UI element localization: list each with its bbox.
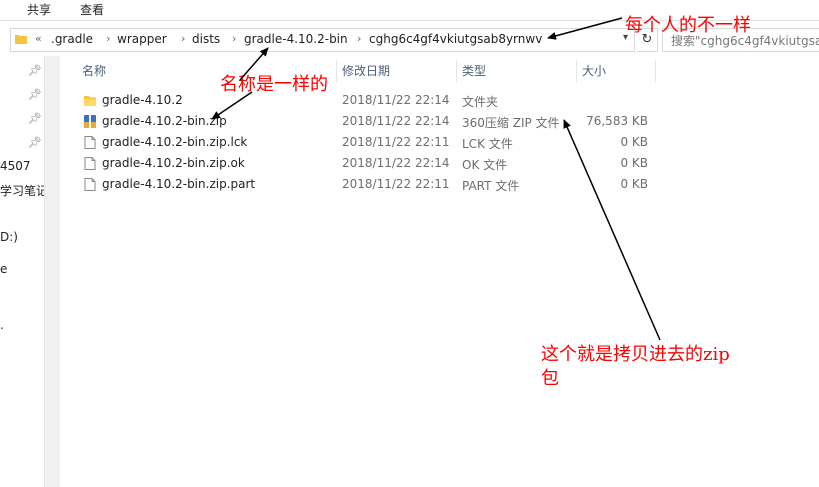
file-type: PART 文件 (462, 179, 520, 193)
file-name: gradle-4.10.2-bin.zip (102, 114, 227, 128)
nav-item[interactable]: 学习笔记 (0, 182, 44, 199)
pin-icon[interactable]: 📌︎ (28, 112, 42, 125)
file-size: 0 KB (620, 177, 648, 191)
file-modified: 2018/11/22 22:11 (342, 135, 450, 149)
column-divider[interactable] (336, 60, 337, 82)
annotation-arrows (211, 17, 661, 341)
column-divider[interactable] (576, 60, 577, 82)
file-name: gradle-4.10.2-bin.zip.part (102, 177, 256, 191)
breadcrumb-separator[interactable]: › (106, 32, 110, 45)
file-icon (84, 178, 96, 191)
pin-icon[interactable]: 📌︎ (28, 88, 42, 101)
pin-icon[interactable]: 📌︎ (28, 64, 42, 77)
file-type: 文件夹 (462, 95, 499, 109)
file-type: OK 文件 (462, 158, 508, 172)
pin-icon[interactable]: 📌︎ (28, 136, 42, 149)
address-overflow-chevron[interactable]: « (35, 32, 42, 45)
breadcrumb-separator[interactable]: › (232, 32, 236, 45)
file-modified: 2018/11/22 22:14 (342, 156, 450, 170)
column-header-name[interactable]: 名称 (82, 60, 106, 82)
breadcrumb-current-folder[interactable]: cghg6c4gf4vkiutgsab8yrnwv (369, 32, 542, 46)
nav-item[interactable]: D:) (0, 230, 44, 244)
file-row[interactable]: gradle-4.10.2-bin.zip.lck 2018/11/22 22:… (78, 132, 658, 153)
file-size: 0 KB (620, 135, 648, 149)
file-row[interactable]: gradle-4.10.2-bin.zip 2018/11/22 22:14 3… (78, 111, 658, 132)
file-type: 360压缩 ZIP 文件 (462, 116, 560, 130)
file-icon (84, 157, 96, 170)
column-divider[interactable] (655, 60, 656, 82)
navigation-scrollbar[interactable] (44, 56, 60, 487)
breadcrumb-separator[interactable]: › (357, 32, 361, 45)
breadcrumb-dists[interactable]: dists (192, 32, 220, 46)
ribbon-tab-view[interactable]: 查看 (80, 1, 104, 18)
nav-item[interactable]: e (0, 262, 44, 276)
column-header-type[interactable]: 类型 (462, 60, 486, 82)
breadcrumb-wrapper[interactable]: wrapper (117, 32, 167, 46)
breadcrumb-separator[interactable]: › (181, 32, 185, 45)
column-divider[interactable] (456, 60, 457, 82)
file-name: gradle-4.10.2-bin.zip.ok (102, 156, 245, 170)
file-size: 0 KB (620, 156, 648, 170)
folder-icon (84, 96, 96, 106)
zip-archive-icon (84, 115, 96, 128)
file-name: gradle-4.10.2 (102, 93, 183, 107)
column-header-modified[interactable]: 修改日期 (342, 60, 390, 82)
file-modified: 2018/11/22 22:11 (342, 177, 450, 191)
file-name: gradle-4.10.2-bin.zip.lck (102, 135, 248, 149)
column-header-size[interactable]: 大小 (582, 60, 606, 82)
annotation-folder-note: 每个人的不一样 (625, 15, 751, 36)
folder-icon (15, 35, 27, 44)
file-row[interactable]: gradle-4.10.2 2018/11/22 22:14 文件夹 (78, 90, 658, 111)
annotation-zip-note-line2: 包 (541, 368, 559, 389)
annotation-zip-note-line1: 这个就是拷贝进去的zip (541, 344, 730, 365)
file-modified: 2018/11/22 22:14 (342, 114, 450, 128)
file-modified: 2018/11/22 22:14 (342, 93, 450, 107)
file-icon (84, 136, 96, 149)
address-bar[interactable]: « .gradle › wrapper › dists › gradle-4.1… (10, 28, 635, 52)
nav-item[interactable]: . (0, 318, 44, 332)
ribbon-tab-share[interactable]: 共享 (27, 1, 51, 18)
breadcrumb-gradle[interactable]: .gradle (51, 32, 93, 46)
file-row[interactable]: gradle-4.10.2-bin.zip.part 2018/11/22 22… (78, 174, 658, 195)
nav-item[interactable]: 4507 (0, 159, 44, 173)
file-size: 76,583 KB (586, 114, 648, 128)
breadcrumb-gradle-bin[interactable]: gradle-4.10.2-bin (244, 32, 348, 46)
file-type: LCK 文件 (462, 137, 513, 151)
file-row[interactable]: gradle-4.10.2-bin.zip.ok 2018/11/22 22:1… (78, 153, 658, 174)
annotation-name-note: 名称是一样的 (220, 74, 328, 95)
